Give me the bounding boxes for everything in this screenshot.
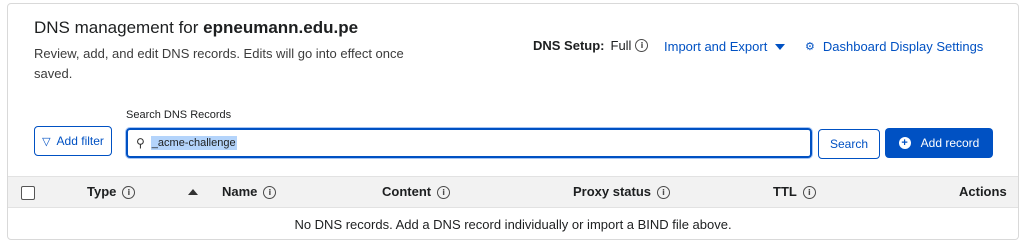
- column-actions: Actions: [959, 177, 1007, 207]
- dns-setup-value: Full: [610, 38, 632, 53]
- dashboard-display-settings-link[interactable]: ⚙ Dashboard Display Settings: [805, 39, 983, 54]
- table-header: Type i Name i Content i Proxy status i T…: [8, 176, 1018, 208]
- add-record-button[interactable]: + Add record: [885, 128, 993, 158]
- select-all-checkbox[interactable]: [21, 186, 35, 200]
- column-name-label: Name: [222, 184, 258, 199]
- page-title-prefix: DNS management for: [34, 18, 204, 37]
- info-icon[interactable]: i: [437, 185, 451, 199]
- search-input[interactable]: ⚲ _acme-challenge: [126, 128, 812, 158]
- info-icon[interactable]: i: [635, 39, 649, 52]
- column-actions-label: Actions: [959, 184, 1007, 199]
- add-filter-button[interactable]: ▽ Add filter: [34, 126, 112, 156]
- page-title: DNS management for epneumann.edu.pe: [34, 18, 358, 38]
- column-proxy-status[interactable]: Proxy status i: [573, 177, 671, 207]
- add-filter-label: Add filter: [56, 134, 104, 148]
- info-icon[interactable]: i: [802, 185, 816, 199]
- column-name[interactable]: Name i: [222, 177, 277, 207]
- dashboard-settings-label: Dashboard Display Settings: [822, 39, 984, 54]
- search-label: Search DNS Records: [126, 109, 232, 121]
- column-proxy-status-label: Proxy status: [573, 184, 652, 199]
- column-ttl[interactable]: TTL i: [773, 177, 816, 207]
- search-input-value[interactable]: _acme-challenge: [150, 136, 237, 150]
- import-export-dropdown[interactable]: Import and Export: [664, 39, 786, 54]
- column-content-label: Content: [382, 184, 432, 199]
- gear-icon: ⚙: [805, 40, 815, 53]
- dns-setup-label: DNS Setup:: [533, 38, 605, 53]
- sort-ascending-icon[interactable]: [188, 189, 198, 195]
- info-icon[interactable]: i: [263, 185, 277, 199]
- column-ttl-label: TTL: [773, 184, 797, 199]
- column-type-label: Type: [87, 184, 117, 199]
- dns-management-card: DNS management for epneumann.edu.pe Revi…: [7, 3, 1019, 240]
- import-export-label: Import and Export: [664, 39, 768, 54]
- plus-circle-icon: +: [898, 137, 911, 149]
- column-content[interactable]: Content i: [382, 177, 451, 207]
- dns-setup-status: DNS Setup: Full i: [533, 38, 649, 53]
- page-description: Review, add, and edit DNS records. Edits…: [34, 46, 404, 81]
- caret-down-icon: [775, 43, 786, 50]
- filter-icon: ▽: [42, 134, 51, 148]
- info-icon[interactable]: i: [122, 185, 136, 199]
- empty-table-message: No DNS records. Add a DNS record individ…: [294, 217, 732, 232]
- domain-name: epneumann.edu.pe: [203, 18, 359, 37]
- search-button[interactable]: Search: [818, 129, 880, 159]
- add-record-label: Add record: [920, 136, 980, 150]
- search-icon: ⚲: [136, 136, 145, 150]
- info-icon[interactable]: i: [657, 185, 671, 199]
- column-type[interactable]: Type i: [87, 177, 136, 207]
